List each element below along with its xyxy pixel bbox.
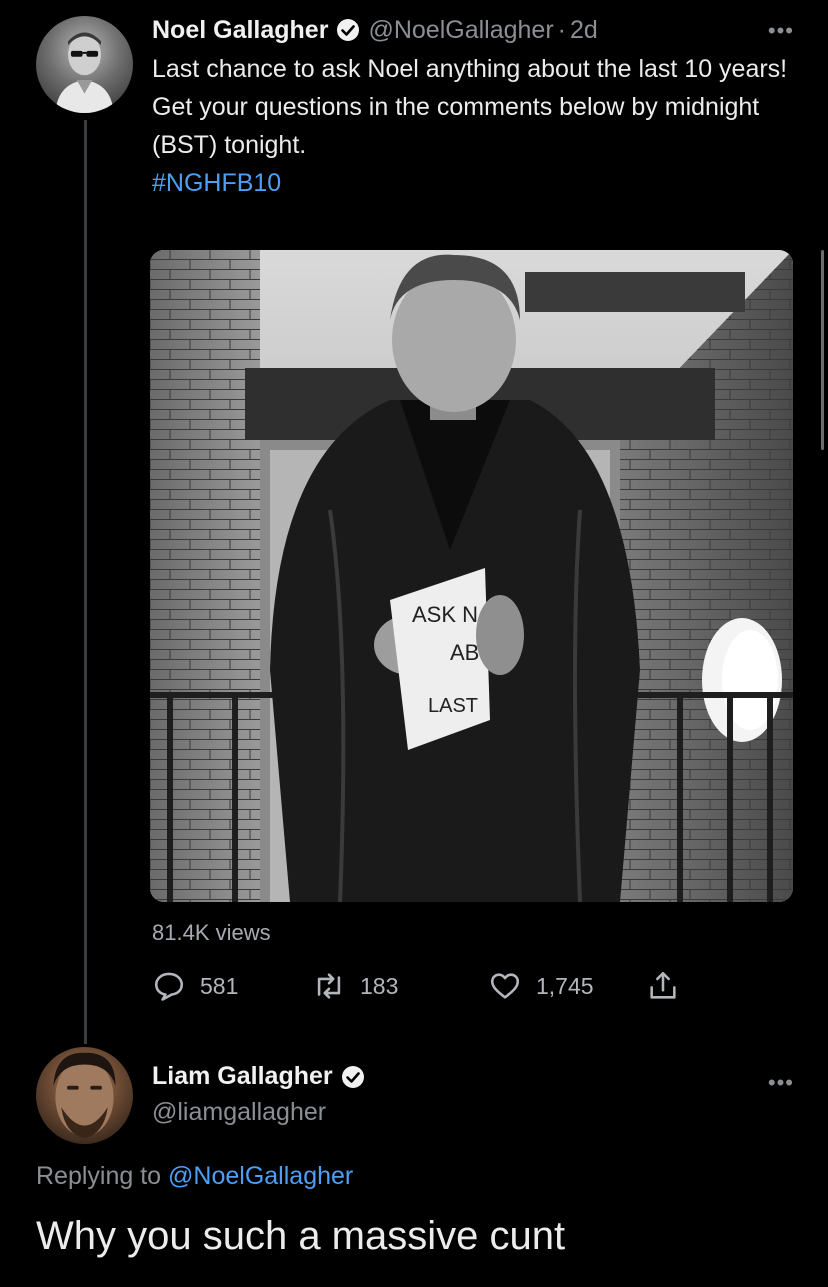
reply-count: 581 <box>200 972 239 999</box>
tweet-author-name[interactable]: Noel Gallagher <box>152 16 328 45</box>
like-count: 1,745 <box>536 972 594 999</box>
like-button[interactable]: 1,745 <box>488 966 594 1006</box>
retweet-button[interactable]: 183 <box>312 966 398 1006</box>
retweet-icon <box>317 973 341 999</box>
views-count: 81.4K views <box>152 920 271 945</box>
tweet-author-handle[interactable]: @NoelGallagher <box>368 16 553 45</box>
media-sign-line-3: LAST <box>428 695 478 717</box>
replying-to-line: Replying to @NoelGallagher <box>36 1162 353 1191</box>
header-separator: · <box>557 15 566 44</box>
media-sign-line-1: ASK N <box>412 602 478 627</box>
liam-avatar[interactable] <box>36 1047 133 1144</box>
reply-icon <box>154 972 184 1001</box>
verified-badge-icon <box>336 18 360 42</box>
reply-author-handle[interactable]: @liamgallagher <box>152 1098 326 1127</box>
retweet-count: 183 <box>360 972 399 999</box>
more-dots-icon[interactable]: ••• <box>768 18 794 44</box>
verified-badge-icon <box>341 1065 365 1089</box>
tweet-hashtag-link[interactable]: #NGHFB10 <box>152 164 792 202</box>
scrollbar[interactable] <box>821 250 824 450</box>
more-dots-icon[interactable]: ••• <box>768 1070 794 1096</box>
share-button[interactable] <box>646 966 694 1006</box>
liam-avatar-image <box>53 1052 116 1139</box>
reply-author-name[interactable]: Liam Gallagher <box>152 1062 333 1091</box>
thread-connector-line <box>84 120 87 1044</box>
replying-to-mention-link[interactable]: @NoelGallagher <box>168 1162 353 1190</box>
tweet-action-bar: 581 183 1,745 <box>152 966 712 1006</box>
media-sign-line-2: AB <box>450 640 479 665</box>
replying-to-prefix: Replying to <box>36 1162 162 1190</box>
noel-avatar-image <box>55 32 114 113</box>
heart-icon <box>490 973 520 999</box>
media-photo-image: ASK N AB LAST <box>150 250 793 902</box>
reply-button[interactable]: 581 <box>152 966 238 1006</box>
noel-avatar[interactable] <box>36 16 133 113</box>
share-icon <box>650 971 676 999</box>
tweet-media-photo[interactable]: ASK N AB LAST <box>150 250 793 902</box>
tweet-body: Last chance to ask Noel anything about t… <box>152 50 792 202</box>
tweet-text-line-2: Get your questions in the comments below… <box>152 93 760 159</box>
tweet-header: Noel Gallagher @NoelGallagher · 2d <box>152 12 752 48</box>
reply-text: Why you such a massive cunt <box>36 1214 566 1258</box>
tweet-text-line-1: Last chance to ask Noel anything about t… <box>152 55 788 83</box>
reply-header: Liam Gallagher <box>152 1062 373 1091</box>
tweet-time[interactable]: 2d <box>570 16 598 45</box>
